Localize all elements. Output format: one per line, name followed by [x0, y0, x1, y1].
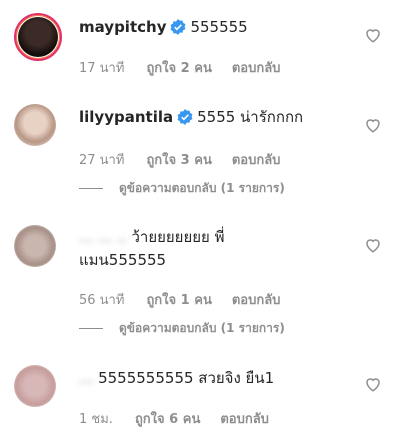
- reply-button[interactable]: ตอบกลับ: [220, 412, 269, 427]
- reply-button[interactable]: ตอบกลับ: [232, 61, 281, 76]
- comment-text: 5555 น่ารักกกก: [197, 108, 304, 126]
- comment-body: ... ... .. ว้ายยยยยยย พี่ แมน555555: [79, 226, 349, 272]
- view-replies-button[interactable]: ดูข้อความตอบกลับ (1 รายการ): [79, 319, 285, 338]
- avatar[interactable]: [14, 225, 56, 267]
- username-link[interactable]: maypitchy: [79, 18, 166, 36]
- comment-meta: 27 นาที ถูกใจ 3 คน ตอบกลับ: [79, 149, 300, 170]
- avatar-image: [14, 225, 56, 267]
- view-replies-button[interactable]: ดูข้อความตอบกลับ (1 รายการ): [79, 179, 285, 198]
- timestamp[interactable]: 27 นาที: [79, 153, 124, 168]
- comment-text: 555555: [190, 18, 248, 36]
- comment-meta: 17 นาที ถูกใจ 2 คน ตอบกลับ: [79, 57, 300, 78]
- replies-divider: [79, 188, 103, 189]
- avatar[interactable]: [14, 13, 62, 61]
- reply-button[interactable]: ตอบกลับ: [232, 293, 281, 308]
- avatar-image: [14, 104, 56, 146]
- view-replies-label: ดูข้อความตอบกลับ (1 รายการ): [119, 181, 285, 195]
- avatar[interactable]: [14, 365, 56, 407]
- heart-outline-icon[interactable]: [364, 26, 382, 44]
- comment-text-line2: แมน555555: [79, 251, 167, 269]
- comment-text: 5555555555 สวยจิง ยืน1: [98, 369, 275, 387]
- replies-divider: [79, 328, 103, 329]
- timestamp[interactable]: 1 ชม.: [79, 412, 113, 427]
- comment-body: lilyypantila 5555 น่ารักกกก: [79, 106, 349, 129]
- verified-badge-icon: [177, 109, 193, 125]
- heart-outline-icon[interactable]: [364, 236, 382, 254]
- heart-outline-icon[interactable]: [364, 116, 382, 134]
- comment-text-line1: ว้ายยยยยยย พี่: [131, 228, 225, 246]
- likes-count[interactable]: ถูกใจ 1 คน: [146, 293, 211, 308]
- likes-count[interactable]: ถูกใจ 3 คน: [146, 153, 211, 168]
- timestamp[interactable]: 56 นาที: [79, 293, 124, 308]
- likes-count[interactable]: ถูกใจ 2 คน: [146, 61, 211, 76]
- comment-meta: 1 ชม. ถูกใจ 6 คน ตอบกลับ: [79, 408, 289, 429]
- likes-count[interactable]: ถูกใจ 6 คน: [135, 412, 200, 427]
- avatar-image: [18, 17, 58, 57]
- avatar-image: [14, 365, 56, 407]
- comment-body: maypitchy 555555: [79, 16, 349, 39]
- username-link[interactable]: ...: [79, 369, 93, 387]
- comment-body: ... 5555555555 สวยจิง ยืน1: [79, 367, 349, 390]
- username-link[interactable]: lilyypantila: [79, 108, 173, 126]
- reply-button[interactable]: ตอบกลับ: [232, 153, 281, 168]
- heart-outline-icon[interactable]: [364, 375, 382, 393]
- comment-meta: 56 นาที ถูกใจ 1 คน ตอบกลับ: [79, 289, 300, 310]
- verified-badge-icon: [171, 19, 186, 35]
- avatar[interactable]: [14, 104, 56, 146]
- timestamp[interactable]: 17 นาที: [79, 61, 124, 76]
- username-link[interactable]: ... ... ..: [79, 228, 127, 246]
- view-replies-label: ดูข้อความตอบกลับ (1 รายการ): [119, 321, 285, 335]
